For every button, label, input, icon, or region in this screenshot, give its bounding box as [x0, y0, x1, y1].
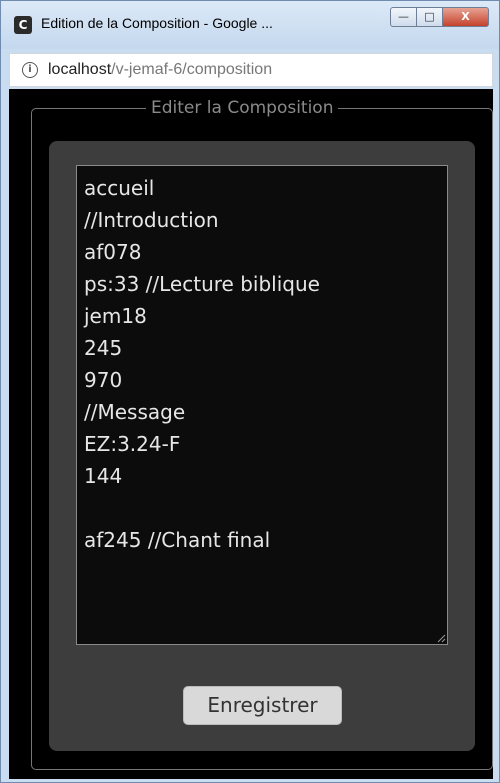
- composition-line: //Introduction: [84, 208, 219, 232]
- composition-line: 970: [84, 368, 123, 392]
- save-button[interactable]: Enregistrer: [183, 686, 342, 725]
- browser-window: C Edition de la Composition - Google ...…: [0, 0, 500, 783]
- composition-line: //Message: [84, 400, 186, 424]
- app-icon: C: [14, 16, 32, 34]
- composition-line: accueil: [84, 176, 155, 200]
- page-viewport: Editer la Composition accueil //Introduct…: [9, 89, 493, 779]
- composition-line: ps:33 //Lecture biblique: [84, 272, 320, 296]
- window-title: Edition de la Composition - Google ...: [41, 15, 273, 31]
- composition-line: af245 //Chant final: [84, 528, 271, 552]
- title-bar[interactable]: C Edition de la Composition - Google ...…: [1, 1, 499, 49]
- composition-text[interactable]: accueil //Introduction af078 ps:33 //Lectur…: [84, 172, 320, 556]
- address-bar[interactable]: i localhost/v-jemaf-6/composition: [9, 53, 493, 87]
- composition-line: 144: [84, 464, 123, 488]
- maximize-button[interactable]: □: [417, 7, 443, 27]
- composition-line: [84, 492, 320, 524]
- fieldset-legend: Editer la Composition: [146, 97, 339, 119]
- minimize-button[interactable]: —: [390, 7, 417, 27]
- info-icon[interactable]: i: [22, 62, 38, 78]
- composition-line: af078: [84, 240, 142, 264]
- composition-textarea[interactable]: accueil //Introduction af078 ps:33 //Lectur…: [76, 165, 448, 645]
- window-controls: — □ X: [390, 7, 489, 27]
- composition-line: EZ:3.24-F: [84, 432, 181, 456]
- url-text[interactable]: localhost/v-jemaf-6/composition: [48, 61, 272, 79]
- url-host: localhost: [48, 61, 112, 78]
- composition-line: 245: [84, 336, 123, 360]
- close-button[interactable]: X: [443, 7, 489, 27]
- url-path: /v-jemaf-6/composition: [111, 61, 273, 78]
- composition-line: jem18: [84, 304, 147, 328]
- resize-handle-icon[interactable]: [436, 633, 446, 643]
